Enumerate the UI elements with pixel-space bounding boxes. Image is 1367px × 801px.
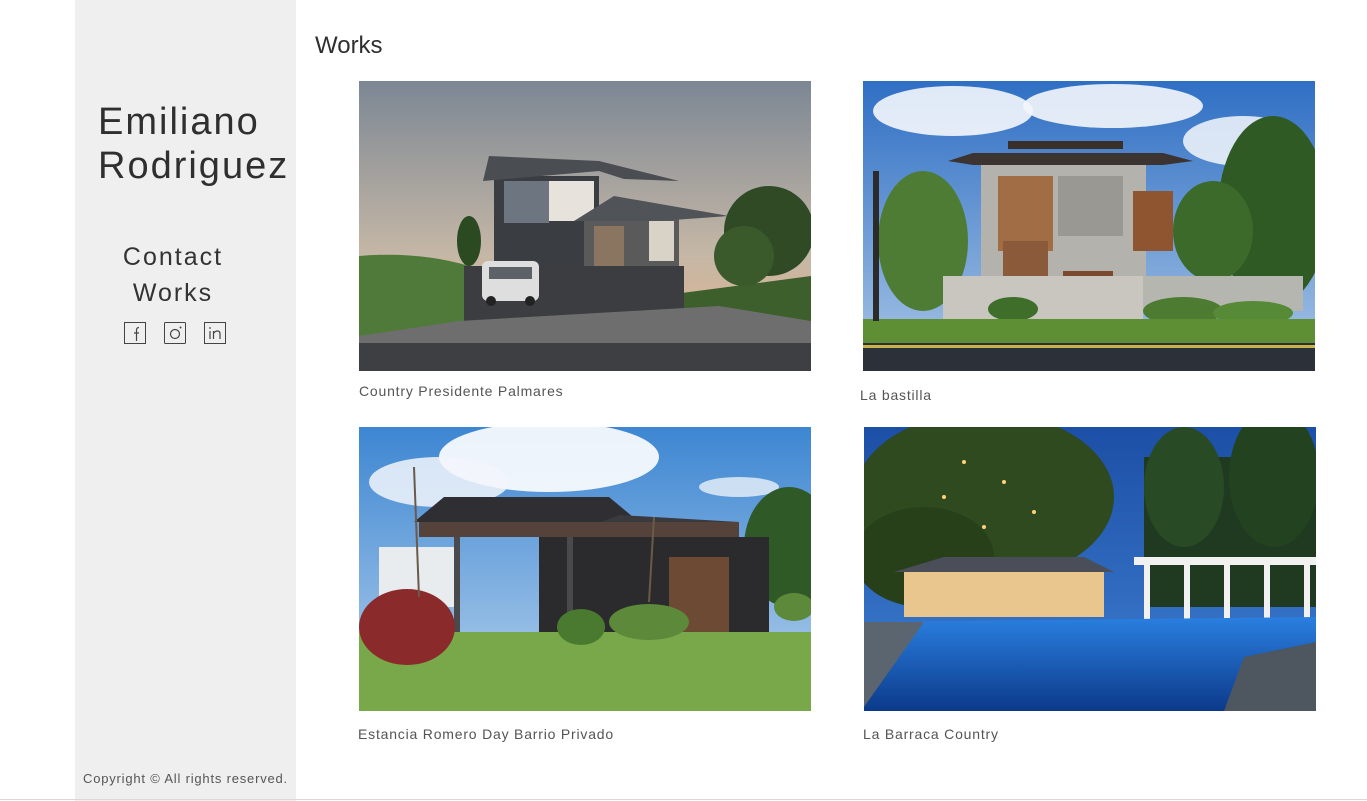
name-last: Rodriguez <box>98 145 290 187</box>
page-title: Works <box>315 32 383 59</box>
linkedin-icon[interactable] <box>204 322 226 344</box>
copyright-text: Copyright © All rights reserved. <box>83 771 288 786</box>
work-image-country-presidente-palmares[interactable] <box>359 81 811 371</box>
facebook-icon[interactable] <box>124 322 146 344</box>
work-caption[interactable]: La bastilla <box>860 387 932 403</box>
work-image-estancia-romero[interactable] <box>359 427 811 711</box>
instagram-icon[interactable] <box>164 322 186 344</box>
nav-contact-link[interactable]: Contact <box>75 243 271 272</box>
nav-works-link[interactable]: Works <box>75 279 271 308</box>
name-first: Emiliano <box>98 101 260 143</box>
work-caption[interactable]: Country Presidente Palmares <box>359 383 563 399</box>
site-logo-name[interactable]: Emiliano Rodriguez <box>98 100 289 188</box>
work-image-la-barraca-country[interactable] <box>864 427 1316 711</box>
work-image-la-bastilla[interactable] <box>863 81 1315 371</box>
work-caption[interactable]: La Barraca Country <box>863 726 999 742</box>
bottom-divider <box>0 799 1367 800</box>
work-caption[interactable]: Estancia Romero Day Barrio Privado <box>358 726 614 742</box>
